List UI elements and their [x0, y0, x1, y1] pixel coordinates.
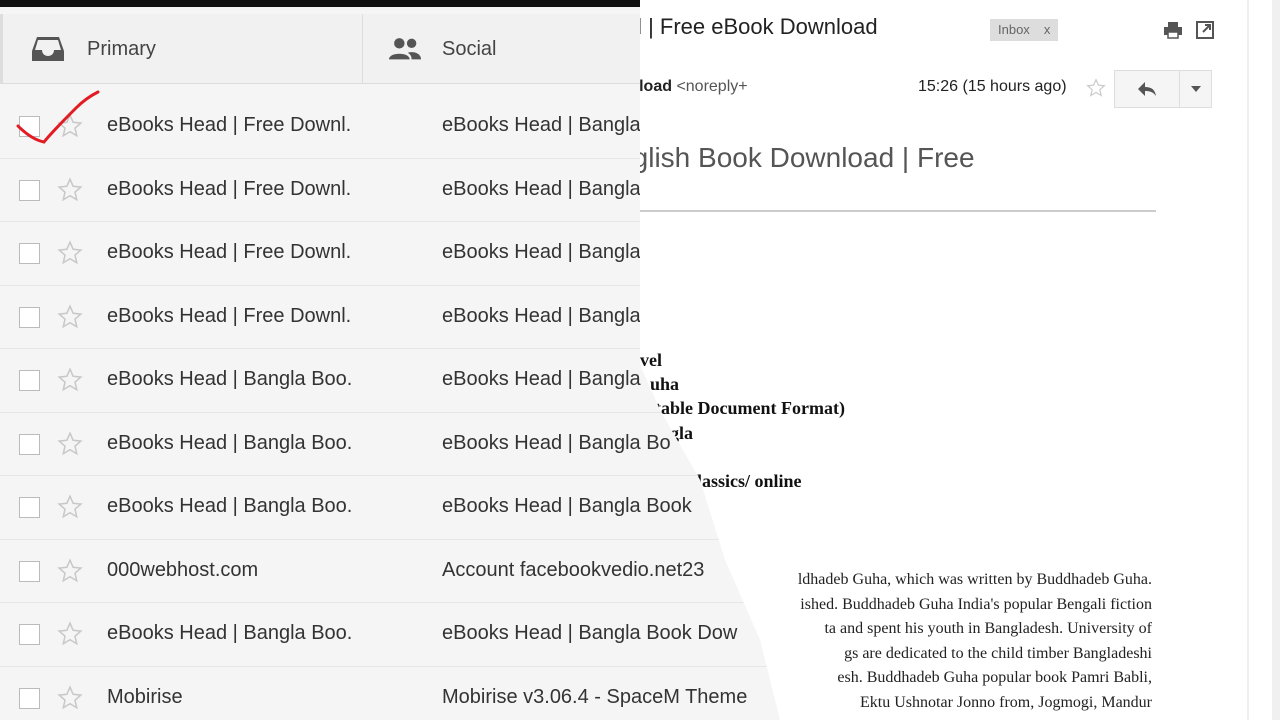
- reply-icon: [1138, 82, 1156, 96]
- star-icon[interactable]: [57, 367, 83, 393]
- inbox-icon: [31, 34, 65, 64]
- remove-label-button[interactable]: x: [1044, 22, 1051, 38]
- tab-label: Primary: [87, 37, 156, 60]
- star-icon[interactable]: [57, 430, 83, 457]
- message-subject: eBooks Head | Bangla Book: [442, 495, 692, 517]
- message-row[interactable]: eBooks Head | Bangla Boo. eBooks Head | B…: [0, 603, 780, 667]
- select-checkbox[interactable]: [19, 560, 40, 582]
- tab-primary[interactable]: Primary: [0, 14, 363, 84]
- print-icon[interactable]: [1163, 20, 1183, 40]
- chevron-down-icon: [1190, 86, 1201, 92]
- message-row[interactable]: 000webhost.com Account facebookvedio.net2…: [0, 539, 780, 603]
- message-subject: eBooks Head | Bangla: [442, 241, 641, 263]
- doc-line: table Document Format): [655, 398, 845, 418]
- message-sender: eBooks Head | Free Downl.: [107, 114, 352, 136]
- message-sender: eBooks Head | Bangla Boo.: [107, 622, 353, 644]
- message-sender: 000webhost.com: [107, 558, 259, 581]
- new-window-icon[interactable]: [1195, 20, 1215, 40]
- doc-line: vel: [640, 350, 662, 370]
- star-icon[interactable]: [57, 621, 83, 647]
- select-checkbox[interactable]: [19, 624, 40, 645]
- message-sender: eBooks Head | Bangla Boo.: [107, 431, 353, 454]
- star-icon[interactable]: [57, 176, 83, 203]
- label-text: Inbox: [998, 22, 1030, 37]
- select-checkbox[interactable]: [19, 179, 40, 201]
- top-bar: [0, 0, 640, 7]
- more-options-button[interactable]: [1180, 70, 1212, 108]
- reply-button[interactable]: [1114, 70, 1180, 108]
- select-checkbox[interactable]: [19, 497, 40, 518]
- select-checkbox[interactable]: [19, 687, 40, 709]
- message-sender: Mobirise: [107, 685, 183, 708]
- star-icon[interactable]: [57, 303, 83, 330]
- select-checkbox[interactable]: [19, 433, 40, 455]
- message-subject: Account facebookvedio.net23: [442, 558, 705, 581]
- message-subject: eBooks Head | Bangla: [442, 368, 641, 390]
- star-icon[interactable]: [57, 684, 83, 711]
- message-sender: eBooks Head | Bangla Boo.: [107, 495, 353, 517]
- message-subject: Mobirise v3.06.4 - SpaceM Theme: [442, 685, 748, 708]
- star-icon[interactable]: [57, 494, 83, 520]
- star-icon[interactable]: [57, 240, 83, 266]
- star-icon[interactable]: [57, 557, 83, 584]
- select-checkbox[interactable]: [19, 370, 40, 391]
- select-checkbox[interactable]: [19, 306, 40, 328]
- doc-line: uha: [650, 374, 680, 394]
- message-row[interactable]: Mobirise Mobirise v3.06.4 - SpaceM Theme: [0, 666, 780, 720]
- message-subject: eBooks Head | Bangla Book Dow: [442, 622, 738, 644]
- message-sender: eBooks Head | Free Downl.: [107, 304, 352, 327]
- email-time: 15:26 (15 hours ago): [918, 78, 1067, 95]
- message-sender: eBooks Head | Bangla Boo.: [107, 368, 353, 390]
- message-subject: eBooks Head | Bangla: [442, 177, 641, 200]
- message-sender: eBooks Head | Free Downl.: [107, 177, 352, 200]
- message-sender: eBooks Head | Free Downl.: [107, 241, 352, 263]
- divider: [560, 210, 1156, 212]
- message-subject: eBooks Head | Bangla: [442, 114, 641, 136]
- people-icon: [388, 34, 422, 64]
- star-icon[interactable]: [1086, 78, 1106, 98]
- message-subject: eBooks Head | Bangla: [442, 304, 641, 327]
- scrollbar-thumb[interactable]: [1272, 0, 1280, 720]
- select-checkbox[interactable]: [19, 243, 40, 264]
- inbox-label-chip: Inbox x: [990, 19, 1059, 41]
- tab-label: Social: [442, 37, 497, 60]
- hand-drawn-checkmark: [16, 90, 100, 144]
- sender-address: <noreply+: [676, 78, 748, 95]
- message-subject: eBooks Head | Bangla Bo: [442, 431, 671, 454]
- message-row[interactable]: eBooks Head | Bangla Boo. eBooks Head | B…: [0, 476, 780, 540]
